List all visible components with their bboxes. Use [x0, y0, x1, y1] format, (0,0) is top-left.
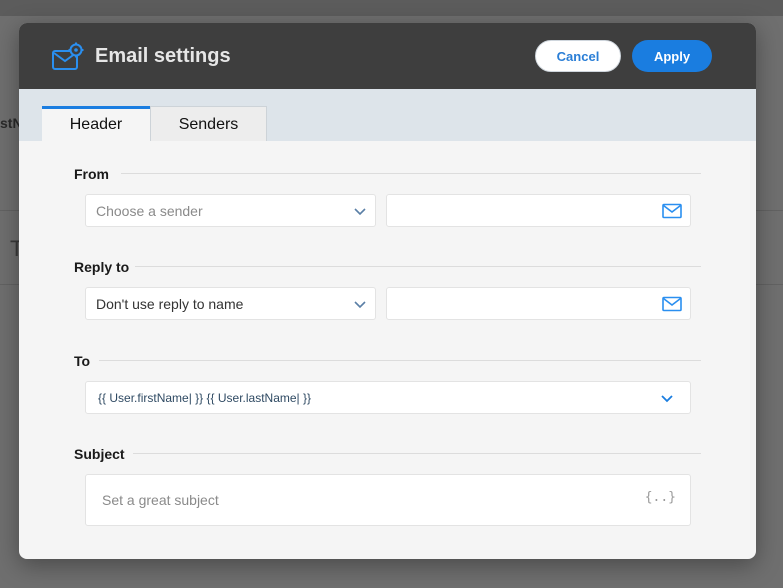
reply-to-name-value: Don't use reply to name — [96, 296, 244, 312]
subject-input[interactable]: Set a great subject {..} — [85, 474, 691, 526]
sender-select-placeholder: Choose a sender — [96, 203, 203, 219]
chevron-down-icon — [354, 208, 366, 216]
reply-to-email-input[interactable] — [386, 287, 691, 320]
mail-icon — [662, 203, 682, 219]
cancel-button[interactable]: Cancel — [535, 40, 621, 72]
dialog-header: Email settings Cancel Apply — [19, 23, 756, 89]
dialog-title: Email settings — [95, 45, 231, 67]
tab-senders[interactable]: Senders — [150, 106, 267, 141]
to-recipient-value: {{ User.firstName| }} {{ User.lastName| … — [98, 391, 312, 405]
background-topbar — [0, 0, 783, 16]
tab-bar: Header Senders — [19, 89, 756, 141]
section-divider — [133, 453, 701, 454]
section-divider — [121, 173, 701, 174]
insert-variable-icon[interactable]: {..} — [645, 490, 676, 505]
reply-to-name-select[interactable]: Don't use reply to name — [85, 287, 376, 320]
from-email-input[interactable] — [386, 194, 691, 227]
to-label: To — [74, 353, 91, 369]
reply-to-label: Reply to — [74, 259, 130, 275]
to-recipient-select[interactable]: {{ User.firstName| }} {{ User.lastName| … — [85, 381, 691, 414]
chevron-down-icon — [661, 395, 673, 403]
apply-button[interactable]: Apply — [632, 40, 712, 72]
email-settings-icon — [52, 42, 84, 70]
section-divider — [135, 266, 701, 267]
subject-placeholder: Set a great subject — [102, 492, 219, 508]
tab-header[interactable]: Header — [42, 106, 150, 141]
email-settings-dialog: Email settings Cancel Apply Header Sende… — [19, 23, 756, 559]
mail-icon — [662, 296, 682, 312]
from-label: From — [74, 166, 109, 182]
chevron-down-icon — [354, 301, 366, 309]
section-divider — [99, 360, 701, 361]
sender-select[interactable]: Choose a sender — [85, 194, 376, 227]
subject-label: Subject — [74, 446, 125, 462]
